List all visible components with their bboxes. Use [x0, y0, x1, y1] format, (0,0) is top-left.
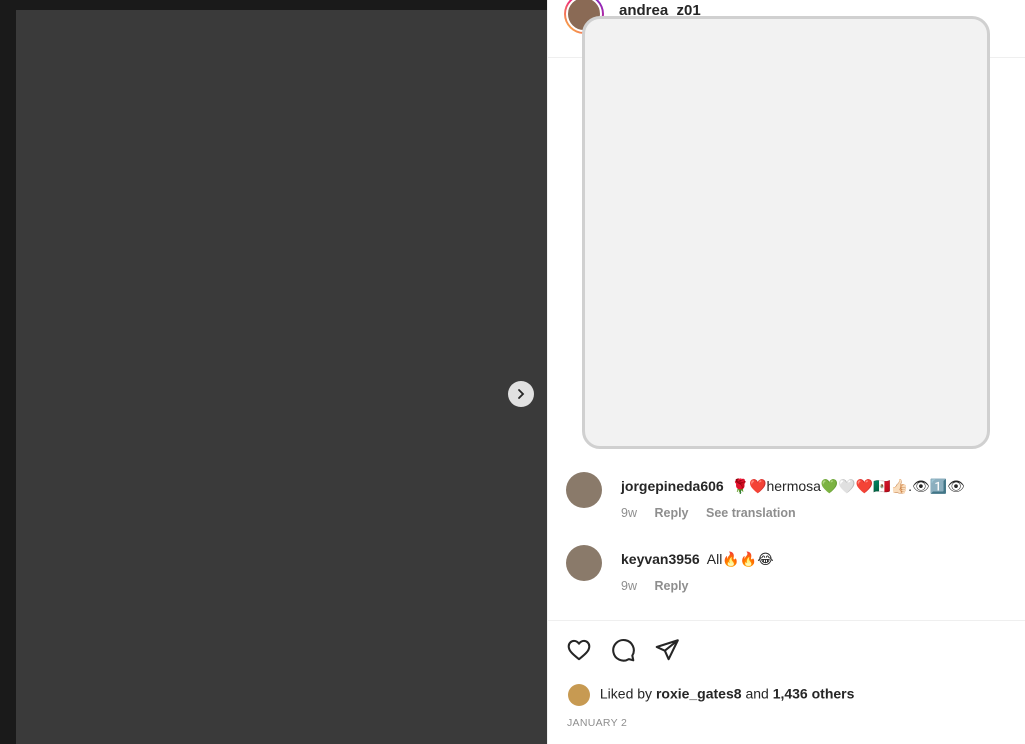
media-placeholder [16, 10, 547, 744]
carousel-next-button[interactable] [508, 381, 534, 407]
comment-button[interactable] [610, 637, 636, 663]
liker-avatar[interactable] [568, 684, 590, 706]
heart-icon [567, 639, 591, 661]
post-date[interactable]: JANUARY 2 [567, 717, 627, 729]
reply-button[interactable]: Reply [654, 579, 688, 593]
post-actions [548, 620, 1025, 678]
like-button[interactable] [566, 637, 592, 663]
comment-username[interactable]: jorgepineda606 [621, 478, 724, 494]
likes-summary: Liked by roxie_gates8 and 1,436 others [568, 684, 854, 706]
reply-button[interactable]: Reply [654, 506, 688, 520]
comment-text: 🌹❤️hermosa💚🤍❤️🇲🇽👍🏻.👁1️⃣👁 [731, 478, 965, 494]
likes-connector: and [745, 685, 769, 702]
commenter-avatar[interactable] [566, 472, 602, 508]
share-icon [655, 639, 679, 661]
post-sidebar: andrea_z01 jorgepineda606 🌹❤️hermosa💚🤍❤️… [547, 0, 1025, 744]
post-media [0, 0, 547, 744]
share-button[interactable] [654, 637, 680, 663]
see-translation-button[interactable]: See translation [706, 506, 796, 520]
comment-username[interactable]: keyvan3956 [621, 551, 700, 567]
comment-icon [612, 639, 635, 662]
chevron-right-icon [518, 389, 525, 399]
likes-prefix: Liked by [599, 685, 653, 702]
overlay-placeholder [582, 16, 990, 449]
commenter-avatar[interactable] [566, 545, 602, 581]
comment-age: 9w [621, 506, 637, 520]
comment-text: All🔥🔥😂 [706, 551, 774, 567]
comment-age: 9w [621, 579, 637, 593]
likes-count[interactable]: 1,436 others [773, 686, 855, 702]
liker-username[interactable]: roxie_gates8 [656, 686, 742, 702]
